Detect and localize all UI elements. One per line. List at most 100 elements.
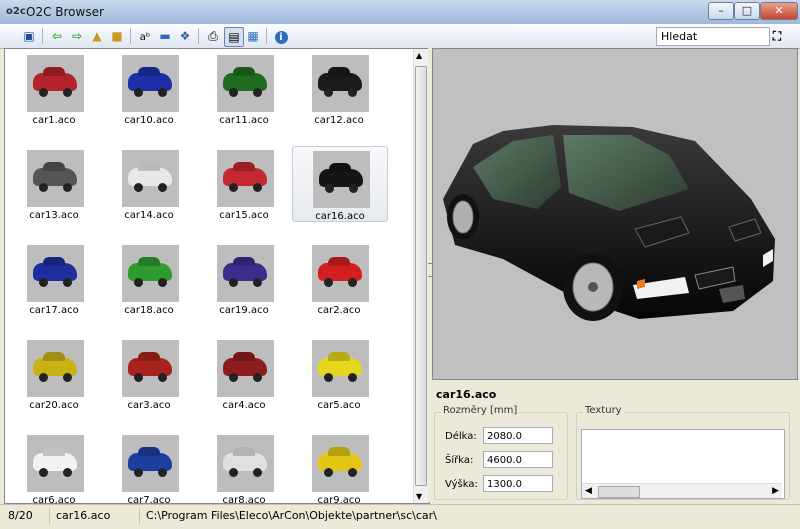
app-icon: o2c <box>6 6 26 17</box>
close-icon: ✕ <box>774 4 784 17</box>
scroll-left-icon[interactable]: ◀ <box>585 484 592 498</box>
close-button[interactable]: ✕ <box>760 2 798 20</box>
thumbnail-image <box>122 55 179 112</box>
thumbnail-image <box>312 340 369 397</box>
width-field[interactable]: 4600.0 <box>483 451 553 468</box>
folder-up-button[interactable]: ▲ <box>88 27 106 45</box>
wheel-icon <box>229 468 238 477</box>
thumbnail-item[interactable]: car12.aco <box>292 51 386 126</box>
height-field[interactable]: 1300.0 <box>483 475 553 492</box>
thumbnail-label: car11.aco <box>219 115 269 126</box>
view-button[interactable]: ▣ <box>20 27 38 45</box>
thumbnail-image <box>217 55 274 112</box>
scroll-down-icon[interactable]: ▼ <box>416 492 422 501</box>
back-button[interactable]: ⇦ <box>48 27 66 45</box>
thumbnail-item[interactable]: car20.aco <box>7 336 101 411</box>
wheel-icon <box>253 468 262 477</box>
title-bar[interactable]: o2c O2C Browser – □ ✕ <box>0 0 800 25</box>
thumbnail-item[interactable]: car3.aco <box>102 336 196 411</box>
maximize-icon: □ <box>741 4 753 17</box>
selected-file-name: car16.aco <box>436 388 497 401</box>
background-button[interactable]: ▬ <box>156 27 174 45</box>
thumbnail-label: car16.aco <box>315 211 365 222</box>
forward-button[interactable]: ⇨ <box>68 27 86 45</box>
thumbnail-image <box>122 435 179 492</box>
thumbnail-label: car7.aco <box>127 495 171 504</box>
options-icon: ❖ <box>179 29 191 43</box>
thumbnail-image <box>217 150 274 207</box>
thumbnail-label: car14.aco <box>124 210 174 221</box>
wheel-icon <box>134 88 143 97</box>
wheel-icon <box>348 88 357 97</box>
thumbnail-item[interactable]: car7.aco <box>102 431 196 504</box>
print-button[interactable]: ⎙ <box>204 27 222 45</box>
folder-home-button[interactable]: ■ <box>108 27 126 45</box>
wheel-icon <box>229 88 238 97</box>
wheel-icon <box>158 88 167 97</box>
wheel-icon <box>63 373 72 382</box>
status-path: C:\Program Files\Eleco\ArCon\Objekte\par… <box>146 509 437 522</box>
minimize-button[interactable]: – <box>708 2 734 20</box>
dimensions-title: Rozměry [mm] <box>441 405 520 416</box>
thumbnail-image <box>122 245 179 302</box>
folder-home-icon: ■ <box>111 29 123 43</box>
wheel-icon <box>349 184 358 193</box>
details-panel: car16.aco Rozměry [mm] Délka: 2080.0 Šíř… <box>432 380 796 502</box>
thumbnail-item[interactable]: car13.aco <box>7 146 101 221</box>
textures-scroll-thumb[interactable] <box>598 486 640 498</box>
thumbnail-label: car13.aco <box>29 210 79 221</box>
scrollbar-thumb[interactable] <box>415 66 427 486</box>
text-size-button[interactable]: aᵇ <box>136 27 154 45</box>
vertical-scrollbar[interactable]: ▲ ▼ <box>413 49 429 503</box>
scroll-up-icon[interactable]: ▲ <box>416 51 422 60</box>
thumbnail-item[interactable]: car6.aco <box>7 431 101 503</box>
textures-title: Textury <box>583 405 624 416</box>
maximize-button[interactable]: □ <box>734 2 760 20</box>
search-button[interactable]: ⛶ <box>768 27 786 45</box>
thumbnail-item[interactable]: car5.aco <box>292 336 386 411</box>
wheel-icon <box>253 278 262 287</box>
wheel-icon <box>253 88 262 97</box>
thumbnail-item[interactable]: car14.aco <box>102 146 196 221</box>
thumbnail-item[interactable]: car2.aco <box>292 241 386 316</box>
textures-list[interactable]: ◀ ▶ <box>581 429 785 499</box>
thumbnail-label: car17.aco <box>29 305 79 316</box>
thumbnail-item[interactable]: car16.aco <box>292 146 388 222</box>
info-button[interactable]: i <box>272 27 290 45</box>
thumbnail-label: car19.aco <box>219 305 269 316</box>
thumbnail-item[interactable]: car1.aco <box>7 51 101 126</box>
details-view-button[interactable]: ▤ <box>224 27 244 47</box>
thumbnail-item[interactable]: car9.aco <box>292 431 386 503</box>
thumbnail-item[interactable]: car10.aco <box>102 51 196 126</box>
wheel-icon <box>348 278 357 287</box>
scroll-right-icon[interactable]: ▶ <box>772 484 779 498</box>
options-button[interactable]: ❖ <box>176 27 194 45</box>
search-input[interactable]: Hledat <box>656 27 770 46</box>
length-field[interactable]: 2080.0 <box>483 427 553 444</box>
thumbnail-item[interactable]: car19.aco <box>197 241 291 316</box>
wheel-icon <box>229 373 238 382</box>
text-size-icon: aᵇ <box>139 32 151 43</box>
3d-preview[interactable] <box>432 48 798 380</box>
thumbnail-label: car1.aco <box>32 115 76 126</box>
textures-group: Textury ◀ ▶ <box>576 405 790 500</box>
o2c-browser-window: o2c O2C Browser – □ ✕ ▣ ⇦ ⇨ ▲ ■ aᵇ ▬ ❖ ⎙… <box>0 0 800 529</box>
thumbnail-item[interactable]: car4.aco <box>197 336 291 411</box>
thumbnail-item[interactable]: car15.aco <box>197 146 291 221</box>
wheel-icon <box>63 278 72 287</box>
thumbnail-grid: car1.aco car10.aco car11.aco car12.aco car13… <box>4 48 430 504</box>
thumbnail-image <box>217 435 274 492</box>
thumbnail-item[interactable]: car8.aco <box>197 431 291 503</box>
thumbnail-item[interactable]: car17.aco <box>7 241 101 316</box>
toolbar-separator <box>130 28 131 44</box>
thumbnail-label: car20.aco <box>29 400 79 411</box>
wheel-icon <box>324 373 333 382</box>
thumbnail-image <box>122 150 179 207</box>
thumbnail-view-button[interactable]: ▦ <box>244 27 262 45</box>
wheel-icon <box>158 468 167 477</box>
wheel-icon <box>229 183 238 192</box>
thumbnail-image <box>27 150 84 207</box>
thumbnail-item[interactable]: car18.aco <box>102 241 196 316</box>
textures-horizontal-scrollbar[interactable]: ◀ ▶ <box>582 483 782 498</box>
thumbnail-item[interactable]: car11.aco <box>197 51 291 126</box>
